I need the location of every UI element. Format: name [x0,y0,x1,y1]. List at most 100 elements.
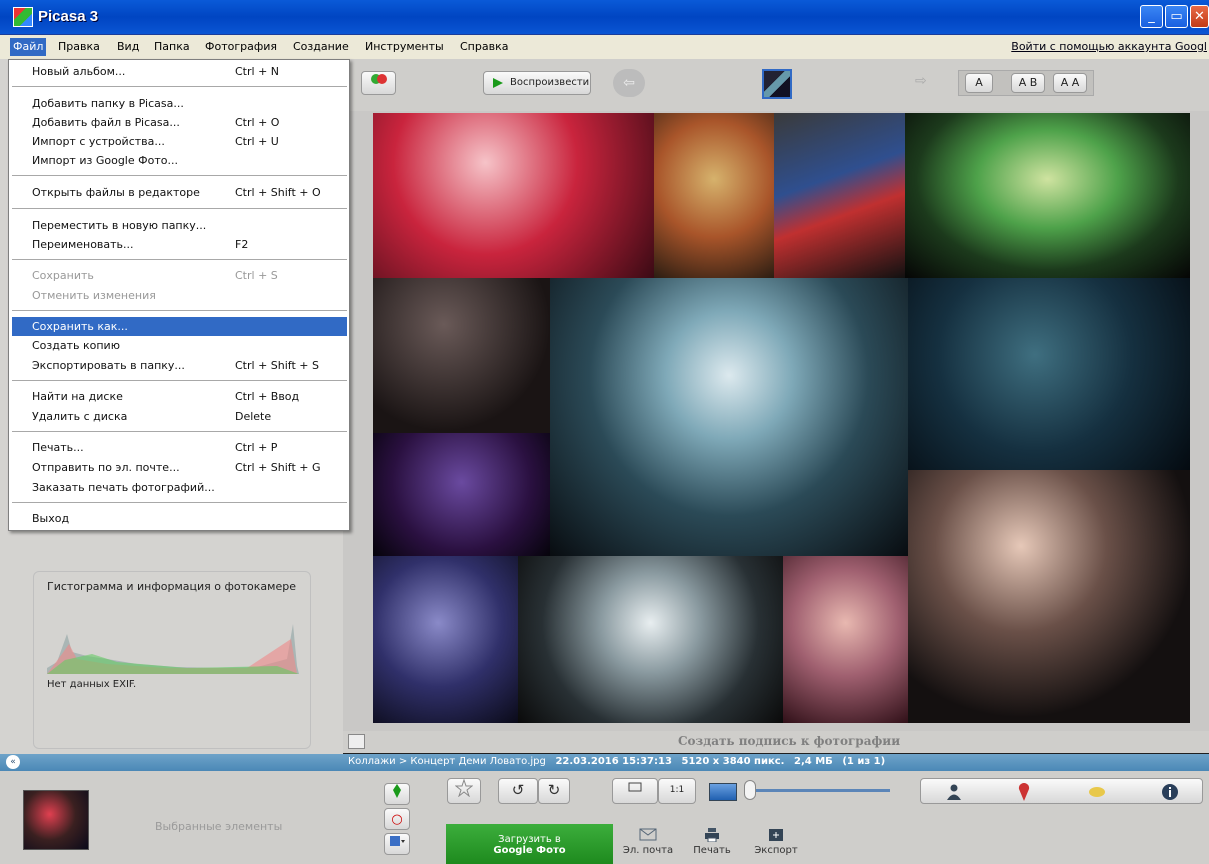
single-view-button[interactable]: A [965,73,993,93]
menu-separator [12,175,347,176]
email-button[interactable]: Эл. почта [620,824,676,862]
tag-icon[interactable] [1088,785,1106,799]
print-button[interactable]: Печать [686,824,738,862]
menu-view[interactable]: Вид [117,40,139,53]
side-by-side-button[interactable]: A B [1011,73,1045,93]
info-icon[interactable] [1161,783,1179,801]
menu-separator [12,208,347,209]
menu-separator [12,86,347,87]
collapse-panel-icon[interactable]: « [6,755,20,769]
no-exif-label: Нет данных EXIF. [47,679,137,690]
upload-line1: Загрузить в [498,834,561,845]
menu-item-export-folder[interactable]: Экспортировать в папку... Ctrl + Shift + … [9,356,349,375]
caption-bar: Создать подпись к фотографии [343,731,1209,753]
picasa-window: Picasa 3 _ ▭ ✕ Файл Правка Вид Папка Фот… [0,0,1209,864]
google-signin-link[interactable]: Войти с помощью аккаунта Googl [1011,40,1207,53]
zoom-slider-handle[interactable] [744,780,756,800]
selected-thumbnail[interactable] [23,790,89,850]
export-label: Экспорт [754,845,798,856]
compare-view-button[interactable]: A A [1053,73,1087,93]
status-datetime: 22.03.2016 15:37:13 [555,756,672,767]
zoom-slider-track[interactable] [748,789,890,792]
person-icon[interactable] [947,784,961,800]
menu-separator [12,502,347,503]
print-label: Печать [693,845,731,856]
clear-selection-button[interactable]: ○ [384,808,410,830]
menu-item-save: Сохранить Ctrl + S [32,269,278,282]
menu-folder[interactable]: Папка [154,40,190,53]
rotate-right-button[interactable]: ↻ [538,778,570,804]
play-slideshow-button[interactable]: Воспроизвести [483,71,591,95]
fit-icon [628,782,642,792]
selected-items-label: Выбранные элементы [155,820,283,833]
zoom-icon [709,783,737,801]
current-thumbnail[interactable] [762,69,792,99]
menu-item-new-album[interactable]: Новый альбом... Ctrl + N [9,62,349,81]
menu-separator [12,380,347,381]
menu-file[interactable]: Файл [10,38,47,56]
caption-input[interactable]: Создать подпись к фотографии [678,734,900,748]
menu-item-send-email[interactable]: Отправить по эл. почте... Ctrl + Shift + … [9,458,349,477]
menu-item-undo-changes: Отменить изменения [32,289,156,302]
export-button[interactable]: Экспорт [750,824,802,862]
menu-separator [12,310,347,311]
upload-google-photos-button[interactable]: Загрузить в Google Фото [446,824,613,864]
add-to-album-button[interactable] [384,833,410,855]
menu-edit[interactable]: Правка [58,40,100,53]
info-button-group [920,778,1203,804]
status-path: Коллажи > Концерт Деми Ловато.jpg [348,756,546,767]
title-bar: Picasa 3 _ ▭ ✕ [0,0,1209,35]
menu-item-delete-from-disk[interactable]: Удалить с диска Delete [9,407,349,426]
hold-button[interactable] [384,783,410,805]
menu-item-rename[interactable]: Переименовать... F2 [9,235,349,254]
status-size: 2,4 МБ [794,756,833,767]
actual-size-button[interactable]: 1:1 [658,778,696,804]
file-menu-dropdown: Новый альбом... Ctrl + N Добавить папку в… [8,59,350,531]
menu-item-save-as[interactable]: Сохранить как... [12,317,347,336]
menu-item-import-google[interactable]: Импорт из Google Фото... [9,151,349,170]
fit-view-button[interactable] [612,778,658,804]
menu-item-create-copy[interactable]: Создать копию [9,336,349,355]
menu-bar: Файл Правка Вид Папка Фотография Создани… [0,35,1209,59]
menu-item-open-editor[interactable]: Открыть файлы в редакторе Ctrl + Shift + … [9,183,349,202]
viewer-toolbar: Воспроизвести ⇦ ⇨ A A B A A [343,59,1209,111]
album-icon [390,836,405,846]
menu-photo[interactable]: Фотография [205,40,277,53]
location-pin-icon[interactable] [1018,783,1030,801]
menu-item-add-file[interactable]: Добавить файл в Picasa... Ctrl + O [9,113,349,132]
email-icon [639,828,657,841]
menu-separator [12,431,347,432]
back-to-library-button[interactable] [361,71,396,95]
close-button[interactable]: ✕ [1190,5,1209,28]
menu-item-move-folder[interactable]: Переместить в новую папку... [9,216,349,235]
play-label: Воспроизвести [510,77,590,88]
status-position: (1 из 1) [842,756,886,767]
menu-item-import-device[interactable]: Импорт с устройства... Ctrl + U [9,132,349,151]
menu-tools[interactable]: Инструменты [365,40,444,53]
layout-button-group: A A B A A [958,70,1094,96]
menu-item-print[interactable]: Печать... Ctrl + P [9,438,349,457]
collage-photo[interactable] [373,113,1190,723]
menu-separator [12,259,347,260]
maximize-button[interactable]: ▭ [1165,5,1188,28]
play-icon [493,78,503,88]
menu-item-exit[interactable]: Выход [9,509,349,528]
previous-photo-button[interactable]: ⇦ [613,69,645,97]
upload-line2: Google Фото [493,845,566,856]
histogram-title: Гистограмма и информация о фотокамере [47,580,296,593]
menu-item-add-folder[interactable]: Добавить папку в Picasa... [9,94,349,113]
histogram-graph [47,624,299,674]
export-icon [769,829,783,841]
histogram-panel: Гистограмма и информация о фотокамере Не… [33,571,311,749]
minimize-button[interactable]: _ [1140,5,1163,28]
menu-item-find-on-disk[interactable]: Найти на диске Ctrl + Ввод [9,387,349,406]
photo-viewer [343,111,1209,731]
star-button[interactable] [447,778,481,804]
rotate-left-button[interactable]: ↺ [498,778,538,804]
caption-toggle-button[interactable] [348,734,365,749]
menu-item-order-prints[interactable]: Заказать печать фотографий... [9,478,349,497]
menu-create[interactable]: Создание [293,40,349,53]
next-photo-button[interactable]: ⇨ [915,73,939,93]
menu-help[interactable]: Справка [460,40,508,53]
picasa-app-icon [13,7,33,27]
